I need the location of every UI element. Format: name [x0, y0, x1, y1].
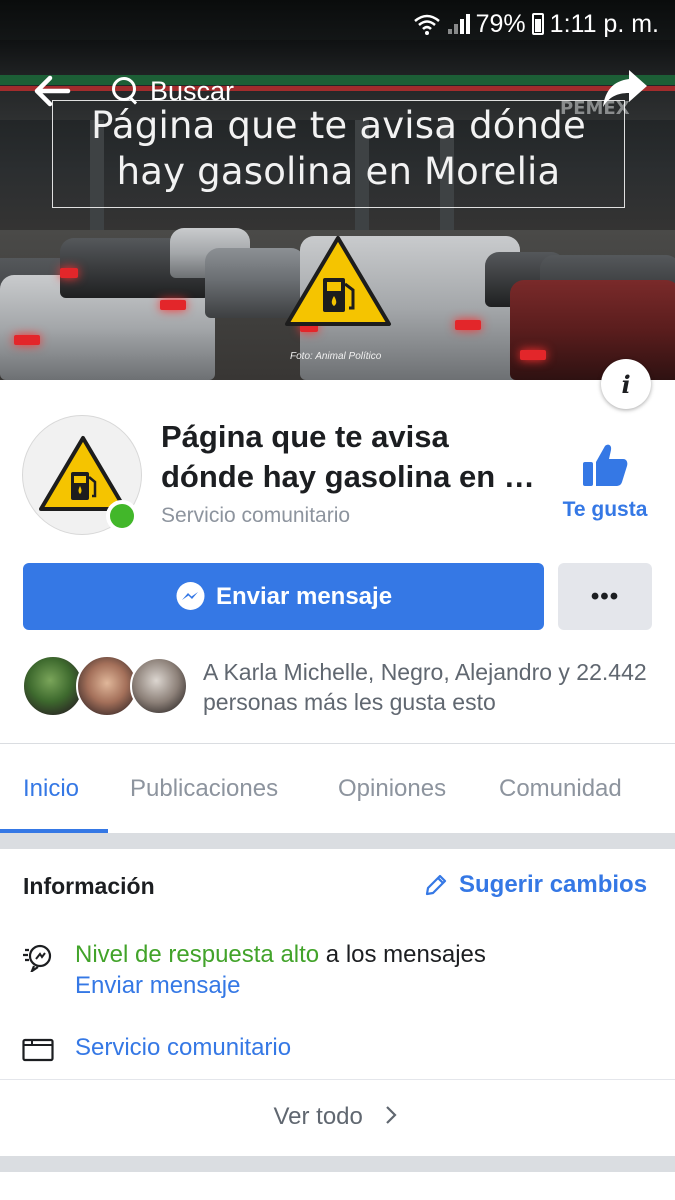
friend-avatars[interactable]	[22, 655, 192, 719]
see-all-label: Ver todo	[273, 1103, 363, 1130]
cover-stripe-red	[0, 86, 675, 91]
cover-taillight	[14, 335, 40, 345]
cover-taillight	[60, 268, 78, 278]
pencil-icon	[425, 874, 447, 896]
divider	[0, 1079, 675, 1080]
category-link[interactable]: Servicio comunitario	[75, 1034, 291, 1062]
cover-taillight	[455, 320, 481, 330]
cover-warning-icon	[285, 236, 391, 326]
suggest-edits-label: Sugerir cambios	[459, 871, 648, 898]
info-icon[interactable]: i	[601, 359, 651, 409]
thumbs-up-icon	[583, 444, 628, 486]
see-all-button[interactable]: Ver todo	[0, 1103, 675, 1131]
send-message-button[interactable]: Enviar mensaje	[23, 563, 544, 630]
tab-comunidad[interactable]: Comunidad	[499, 775, 622, 803]
divider	[0, 743, 675, 744]
search-bar[interactable]: Buscar	[110, 72, 234, 110]
battery-percent: 79%	[475, 9, 526, 38]
search-icon	[110, 75, 140, 107]
battery-icon	[531, 13, 544, 35]
response-rate-highlight: Nivel de respuesta alto	[75, 941, 320, 968]
signal-icon	[447, 14, 470, 34]
photo-credit: Foto: Animal Político	[290, 351, 382, 362]
avatar	[22, 655, 84, 717]
avatar	[76, 655, 138, 717]
like-label: Te gusta	[562, 498, 648, 521]
status-bar: 79% 1:11 p. m.	[412, 8, 659, 40]
page-tabs: Inicio Publicaciones Opiniones Comunidad	[0, 745, 675, 833]
back-arrow-icon[interactable]	[30, 72, 74, 110]
info-heading: Información	[23, 873, 155, 899]
more-options-button[interactable]: •••	[558, 563, 652, 630]
category-icon	[22, 1038, 54, 1062]
response-rate-text: a los mensajes	[319, 941, 486, 968]
page-title: Página que te avisa dónde hay gasolina e…	[161, 419, 535, 494]
search-label: Buscar	[150, 75, 235, 106]
tab-opiniones[interactable]: Opiniones	[338, 775, 446, 803]
cover-car	[510, 280, 675, 380]
tab-publicaciones[interactable]: Publicaciones	[130, 775, 278, 803]
send-message-label: Enviar mensaje	[215, 582, 393, 610]
avatar	[130, 657, 188, 715]
chevron-right-icon	[385, 1106, 397, 1124]
cover-title: Página que te avisa dónde hay gasolina e…	[52, 103, 625, 195]
section-separator	[0, 833, 675, 849]
share-icon[interactable]	[600, 66, 650, 110]
cover-stripe-green	[0, 75, 675, 85]
send-message-link[interactable]: Enviar mensaje	[75, 972, 240, 1000]
response-rate: Nivel de respuesta alto a los mensajes	[75, 941, 486, 969]
wifi-icon	[413, 14, 440, 35]
cover-taillight	[520, 350, 546, 360]
messenger-icon	[176, 582, 205, 610]
tab-inicio[interactable]: Inicio	[23, 775, 79, 803]
like-button[interactable]: Te gusta	[555, 440, 655, 530]
online-status-dot	[106, 500, 138, 532]
suggest-edits-link[interactable]: Sugerir cambios	[423, 871, 647, 899]
clock: 1:11 p. m.	[549, 9, 659, 38]
friends-like-text[interactable]: A Karla Michelle, Negro, Alejandro y 22.…	[203, 657, 653, 717]
response-rate-icon	[23, 944, 52, 972]
page-category: Servicio comunitario	[161, 504, 351, 527]
cover-title-line: hay gasolina en Morelia	[116, 150, 561, 193]
cover-taillight	[160, 300, 186, 310]
section-separator	[0, 1156, 675, 1172]
